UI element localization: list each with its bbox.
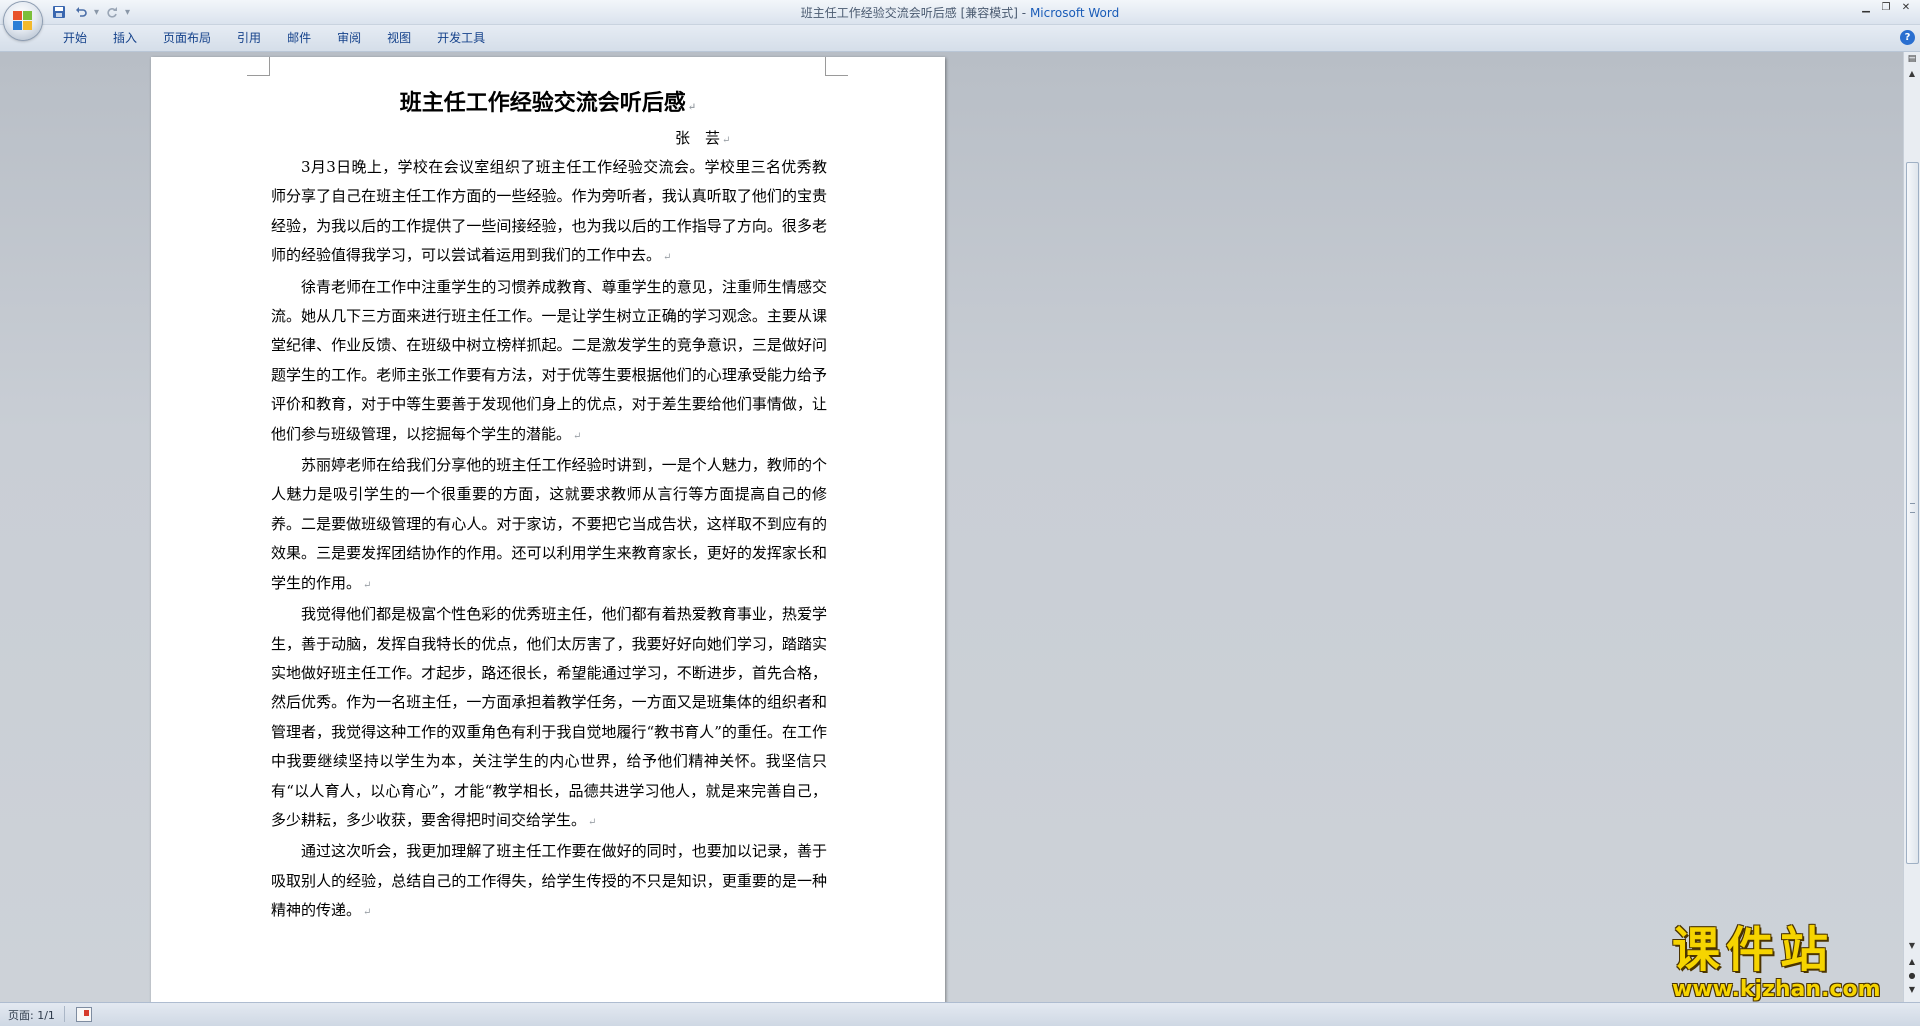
- previous-page-icon[interactable]: ▲: [1906, 956, 1918, 968]
- paragraph-mark: ↵: [573, 430, 582, 442]
- tab-references[interactable]: 引用: [224, 25, 274, 51]
- scroll-thumb[interactable]: [1906, 162, 1919, 864]
- body-paragraph: 苏丽婷老师在给我们分享他的班主任工作经验时讲到，一是个人魅力，教师的个人魅力是吸…: [271, 451, 827, 600]
- vertical-scrollbar[interactable]: ▤ ▲ ▼ ▲ ● ▼: [1903, 52, 1920, 1002]
- body-paragraph: 徐青老师在工作中注重学生的习惯养成教育、尊重学生的意见，注重师生情感交流。她从几…: [271, 273, 827, 451]
- status-bar: 页面: 1/1: [0, 1002, 1920, 1026]
- paragraph-text: 3月3日晚上，学校在会议室组织了班主任工作经验交流会。学校里三名优秀教师分享了自…: [271, 158, 827, 265]
- document-name: 班主任工作经验交流会听后感 [兼容模式]: [800, 6, 1018, 20]
- office-logo-icon: [13, 11, 33, 31]
- paragraph-mark: ↵: [687, 102, 697, 113]
- heading-text: 班主任工作经验交流会听后感: [399, 90, 686, 116]
- paragraph-mark: ↵: [363, 579, 372, 591]
- paragraph-text: 徐青老师在工作中注重学生的习惯养成教育、尊重学生的意见，注重师生情感交流。她从几…: [271, 277, 827, 443]
- title-separator: -: [1017, 6, 1030, 20]
- paragraph-mark: ↵: [722, 135, 731, 146]
- document-author: 张 芸 ↵: [675, 127, 730, 148]
- page-counter[interactable]: 页面: 1/1: [8, 1007, 55, 1023]
- scroll-up-arrow-icon[interactable]: ▲: [1906, 68, 1918, 80]
- restore-icon[interactable]: ❐: [1878, 1, 1894, 15]
- paragraph-mark: ↵: [588, 816, 597, 828]
- tab-mailings[interactable]: 邮件: [274, 25, 324, 51]
- crop-mark-top-left: [247, 57, 270, 76]
- document-heading: 班主任工作经验交流会听后感 ↵: [151, 85, 945, 117]
- watermark-title: 课件站: [1672, 922, 1835, 978]
- tab-page-layout[interactable]: 页面布局: [150, 25, 224, 51]
- paragraph-mark: ↵: [363, 907, 372, 919]
- tab-home[interactable]: 开始: [50, 25, 100, 51]
- ribbon-tabs: 开始 插入 页面布局 引用 邮件 审阅 视图 开发工具: [50, 25, 498, 51]
- document-workspace: 班主任工作经验交流会听后感 ↵ 张 芸 ↵ 3月3日晚上，学校在会议室组织了班主任工…: [0, 52, 1904, 1002]
- scroll-grip: [1910, 503, 1915, 513]
- document-body: 3月3日晚上，学校在会议室组织了班主任工作经验交流会。学校里三名优秀教师分享了自…: [271, 153, 827, 928]
- close-icon[interactable]: ✕: [1898, 1, 1914, 15]
- help-icon[interactable]: ?: [1900, 30, 1915, 45]
- select-browse-object-icon[interactable]: ●: [1906, 970, 1918, 982]
- next-page-icon[interactable]: ▼: [1906, 984, 1918, 996]
- proofing-icon[interactable]: [76, 1007, 92, 1022]
- crop-mark-top-right: [825, 57, 848, 76]
- minimize-icon[interactable]: ▁: [1858, 1, 1874, 15]
- office-button[interactable]: [4, 2, 42, 40]
- paragraph-text: 我觉得他们都是极富个性色彩的优秀班主任，他们都有着热爱教育事业，热爱学生，善于动…: [271, 605, 827, 829]
- tab-view[interactable]: 视图: [374, 25, 424, 51]
- window-title: 班主任工作经验交流会听后感 [兼容模式] - Microsoft Word: [0, 4, 1920, 21]
- document-page[interactable]: 班主任工作经验交流会听后感 ↵ 张 芸 ↵ 3月3日晚上，学校在会议室组织了班主任工…: [151, 57, 945, 1002]
- body-paragraph: 3月3日晚上，学校在会议室组织了班主任工作经验交流会。学校里三名优秀教师分享了自…: [271, 153, 827, 273]
- paragraph-text: 苏丽婷老师在给我们分享他的班主任工作经验时讲到，一是个人魅力，教师的个人魅力是吸…: [271, 456, 827, 592]
- author-text: 张 芸: [675, 129, 721, 147]
- app-name: Microsoft Word: [1029, 6, 1120, 20]
- view-ruler-icon[interactable]: ▤: [1905, 54, 1919, 66]
- ribbon-tab-bar: 开始 插入 页面布局 引用 邮件 审阅 视图 开发工具 ?: [0, 25, 1920, 52]
- tab-developer[interactable]: 开发工具: [424, 25, 498, 51]
- body-paragraph: 通过这次听会，我更加理解了班主任工作要在做好的同时，也要加以记录，善于吸取别人的…: [271, 837, 827, 927]
- tab-review[interactable]: 审阅: [324, 25, 374, 51]
- paragraph-mark: ↵: [663, 252, 672, 264]
- window-controls: ▁ ❐ ✕: [1858, 1, 1914, 15]
- watermark-url: www.kjzhan.com: [1672, 977, 1881, 1002]
- site-watermark: 课件站 www.kjzhan.com: [1672, 925, 1902, 1003]
- status-divider: [64, 1006, 65, 1022]
- tab-insert[interactable]: 插入: [100, 25, 150, 51]
- paragraph-text: 通过这次听会，我更加理解了班主任工作要在做好的同时，也要加以记录，善于吸取别人的…: [271, 842, 827, 920]
- scroll-down-arrow-icon[interactable]: ▼: [1906, 940, 1918, 952]
- body-paragraph: 我觉得他们都是极富个性色彩的优秀班主任，他们都有着热爱教育事业，热爱学生，善于动…: [271, 600, 827, 837]
- title-bar: ▾ ▾ 班主任工作经验交流会听后感 [兼容模式] - Microsoft Wor…: [0, 0, 1920, 40]
